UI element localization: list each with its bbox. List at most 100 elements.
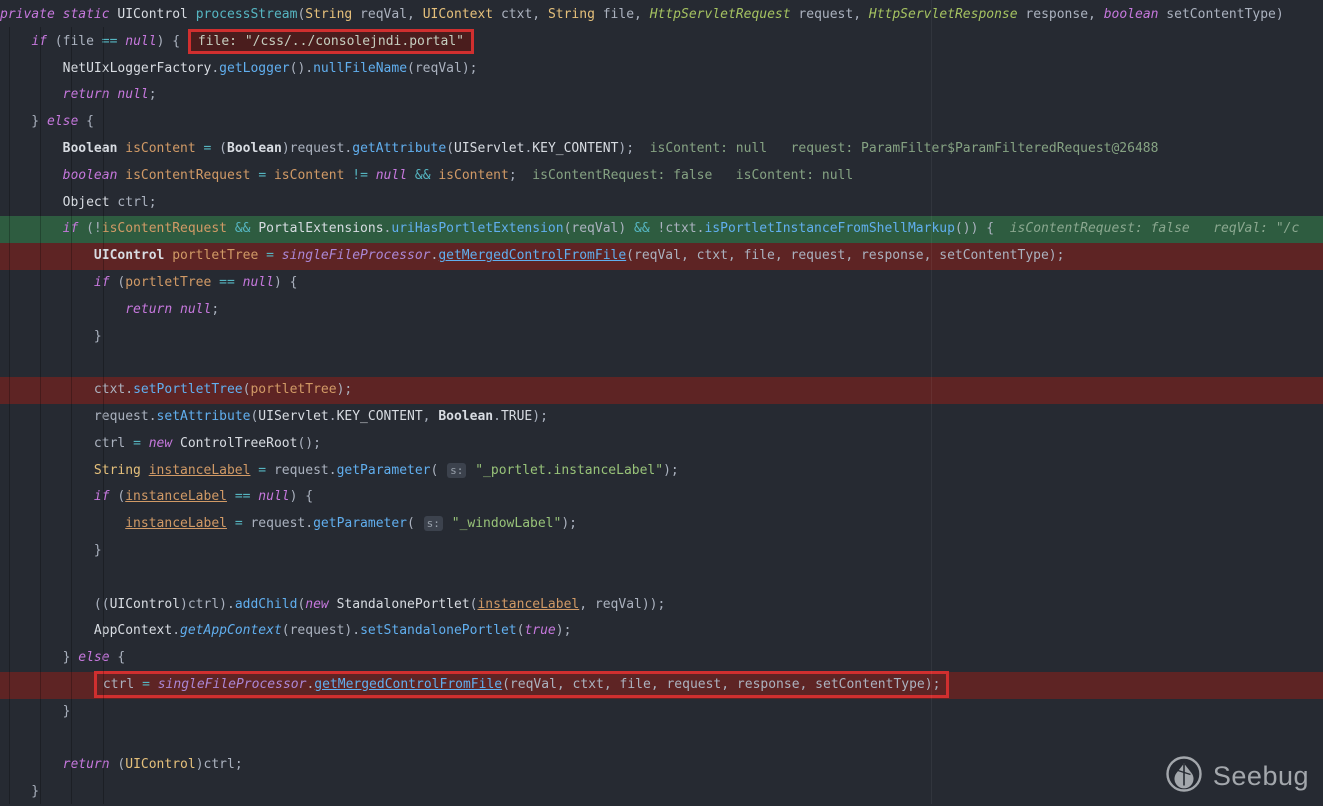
code-line-30[interactable]: } [0, 779, 1323, 806]
code-line-9[interactable]: if (!isContentRequest && PortalExtension… [0, 216, 1323, 243]
code-line-11[interactable]: if (portletTree == null) { [0, 270, 1323, 297]
indent-guide [103, 27, 104, 804]
code-token: else [78, 650, 109, 665]
code-token [0, 516, 125, 531]
code-token: PortalExtensions [258, 221, 383, 236]
code-line-23[interactable]: ((UIControl)ctrl).addChild(new Standalon… [0, 592, 1323, 619]
code-token: (); [297, 436, 320, 451]
code-line-24[interactable]: AppContext.getAppContext(request).setSta… [0, 618, 1323, 645]
code-token [172, 302, 180, 317]
code-line-22[interactable] [0, 565, 1323, 592]
red-annotation-box: ctrl = singleFileProcessor.getMergedCont… [94, 671, 949, 698]
code-line-1[interactable]: private static UIControl processStream(S… [0, 2, 1323, 29]
code-token: . [493, 409, 501, 424]
code-token: ( [431, 463, 447, 478]
code-line-5[interactable]: } else { [0, 109, 1323, 136]
code-line-15[interactable]: ctxt.setPortletTree(portletTree); [0, 377, 1323, 404]
code-line-3[interactable]: NetUIxLoggerFactory.getLogger().nullFile… [0, 56, 1323, 83]
debug-inline-hint: isContent: null request: ParamFilter$Par… [650, 141, 1159, 156]
code-token: "_portlet.instanceLabel" [475, 463, 663, 478]
code-line-18[interactable]: String instanceLabel = request.getParame… [0, 458, 1323, 485]
code-token: file, [595, 7, 650, 22]
code-line-25[interactable]: } else { [0, 645, 1323, 672]
code-token: ( [110, 489, 126, 504]
code-line-12[interactable]: return null; [0, 297, 1323, 324]
code-token: (request). [282, 623, 360, 638]
code-token: reqVal, [352, 7, 422, 22]
code-token: ); [618, 141, 649, 156]
code-token: ) { [274, 275, 297, 290]
code-line-17[interactable]: ctrl = new ControlTreeRoot(); [0, 431, 1323, 458]
code-token: getParameter [337, 463, 431, 478]
code-token [172, 436, 180, 451]
code-token: return [125, 302, 172, 317]
code-token: ctxt. [0, 382, 133, 397]
code-token: ControlTreeRoot [180, 436, 297, 451]
code-token: UIControl [117, 7, 187, 22]
code-token [141, 463, 149, 478]
code-token: && [415, 168, 431, 183]
code-token: ( [110, 757, 126, 772]
code-line-27[interactable]: } [0, 699, 1323, 726]
code-line-28[interactable] [0, 726, 1323, 753]
code-line-4[interactable]: return null; [0, 82, 1323, 109]
code-token: else [47, 114, 78, 129]
code-token: setAttribute [157, 409, 251, 424]
code-token [0, 248, 94, 263]
code-token: String [94, 463, 141, 478]
code-line-10[interactable]: UIControl portletTree = singleFileProces… [0, 243, 1323, 270]
code-line-13[interactable]: } [0, 324, 1323, 351]
code-token [368, 168, 376, 183]
code-token: ); [337, 382, 353, 397]
code-token: HttpServletResponse [869, 7, 1018, 22]
code-token: request, [791, 7, 869, 22]
code-line-16[interactable]: request.setAttribute(UIServlet.KEY_CONTE… [0, 404, 1323, 431]
code-token [141, 436, 149, 451]
seebug-logo-text: Seebug [1213, 761, 1309, 792]
code-token: instanceLabel [477, 597, 579, 612]
code-token: . [172, 623, 180, 638]
code-line-7[interactable]: boolean isContentRequest = isContent != … [0, 163, 1323, 190]
code-token: ; [149, 87, 157, 102]
code-token: new [149, 436, 172, 451]
code-token: setStandalonePortlet [360, 623, 517, 638]
code-token: . [329, 409, 337, 424]
code-token [0, 302, 125, 317]
code-token: ( [211, 141, 227, 156]
code-token: ctrl [0, 436, 133, 451]
code-line-2[interactable]: if (file == null) { file: "/css/../conso… [0, 29, 1323, 56]
code-token: isContent [274, 168, 344, 183]
code-token: isPortletInstanceFromShellMarkup [704, 221, 954, 236]
code-token: processStream [196, 7, 298, 22]
code-line-19[interactable]: if (instanceLabel == null) { [0, 484, 1323, 511]
code-token: null [180, 302, 211, 317]
code-token: null [376, 168, 407, 183]
code-line-6[interactable]: Boolean isContent = (Boolean)request.get… [0, 136, 1323, 163]
code-line-20[interactable]: instanceLabel = request.getParameter( s:… [0, 511, 1323, 538]
code-token: ctrl; [110, 195, 157, 210]
code-token: ctrl [103, 677, 142, 692]
indent-guide [40, 27, 41, 804]
code-token: (reqVal, ctxt, file, request, response, … [626, 248, 1064, 263]
code-token [444, 516, 452, 531]
code-token: , reqVal)); [579, 597, 665, 612]
code-line-8[interactable]: Object ctrl; [0, 190, 1323, 217]
code-line-29[interactable]: return (UIControl)ctrl; [0, 752, 1323, 779]
code-token [329, 597, 337, 612]
code-line-14[interactable] [0, 350, 1323, 377]
code-token: ; [211, 302, 219, 317]
right-margin-guide [931, 0, 932, 804]
code-token: request. [266, 463, 336, 478]
code-token: = [133, 436, 141, 451]
code-token: if [94, 489, 110, 504]
editor-screenshot: { "colors":{ "bg":"#262a32","fg":"#abb2b… [0, 0, 1323, 804]
debug-inline-hint: isContentRequest: false reqVal: "/c [1010, 221, 1300, 236]
code-line-26[interactable]: ctrl = singleFileProcessor.getMergedCont… [0, 672, 1323, 699]
code-token: (( [0, 597, 110, 612]
code-token: (! [78, 221, 101, 236]
code-line-21[interactable]: } [0, 538, 1323, 565]
code-token: ) { [290, 489, 313, 504]
code-editor[interactable]: private static UIControl processStream(S… [0, 0, 1323, 804]
code-token: (file [47, 34, 102, 49]
code-token: getParameter [313, 516, 407, 531]
